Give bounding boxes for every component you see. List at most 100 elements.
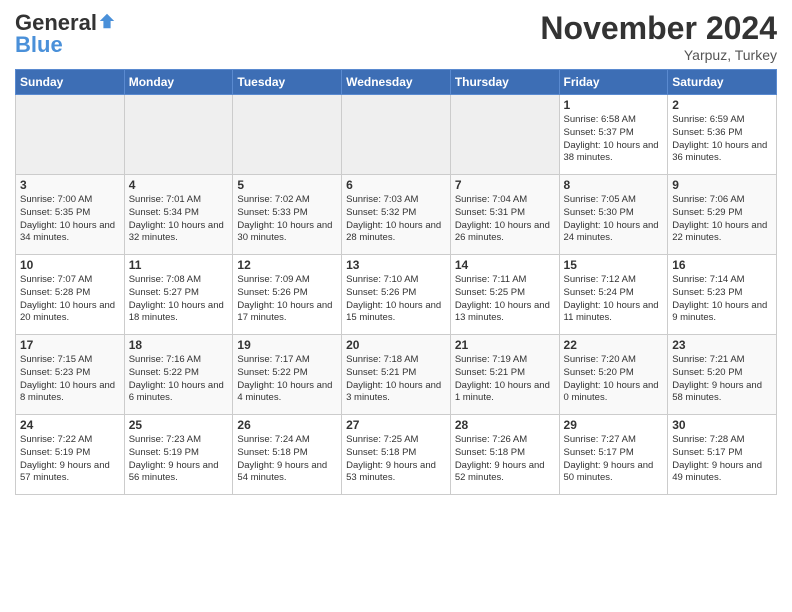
day-number: 29 bbox=[564, 418, 664, 432]
calendar-day: 24 Sunrise: 7:22 AMSunset: 5:19 PMDayligh… bbox=[16, 415, 125, 495]
day-number: 21 bbox=[455, 338, 555, 352]
day-number: 16 bbox=[672, 258, 772, 272]
col-monday: Monday bbox=[124, 70, 233, 95]
day-info: Sunrise: 7:27 AMSunset: 5:17 PMDaylight:… bbox=[564, 434, 664, 485]
calendar-day bbox=[124, 95, 233, 175]
calendar-day: 27 Sunrise: 7:25 AMSunset: 5:18 PMDayligh… bbox=[342, 415, 451, 495]
location: Yarpuz, Turkey bbox=[540, 47, 777, 63]
logo: General Blue bbox=[15, 10, 116, 58]
day-number: 8 bbox=[564, 178, 664, 192]
col-tuesday: Tuesday bbox=[233, 70, 342, 95]
calendar-day: 28 Sunrise: 7:26 AMSunset: 5:18 PMDayligh… bbox=[450, 415, 559, 495]
day-info: Sunrise: 7:21 AMSunset: 5:20 PMDaylight:… bbox=[672, 354, 772, 405]
day-info: Sunrise: 7:28 AMSunset: 5:17 PMDaylight:… bbox=[672, 434, 772, 485]
day-number: 20 bbox=[346, 338, 446, 352]
day-number: 7 bbox=[455, 178, 555, 192]
day-number: 27 bbox=[346, 418, 446, 432]
calendar-day: 5 Sunrise: 7:02 AMSunset: 5:33 PMDaylight… bbox=[233, 175, 342, 255]
calendar-table: Sunday Monday Tuesday Wednesday Thursday… bbox=[15, 69, 777, 495]
calendar-day: 13Sunrise: 7:10 AMSunset: 5:26 PMDayligh… bbox=[342, 255, 451, 335]
day-info: Sunrise: 7:25 AMSunset: 5:18 PMDaylight:… bbox=[346, 434, 446, 485]
calendar-day: 15 Sunrise: 7:12 AMSunset: 5:24 PMDayligh… bbox=[559, 255, 668, 335]
calendar-day: 26Sunrise: 7:24 AMSunset: 5:18 PMDayligh… bbox=[233, 415, 342, 495]
col-saturday: Saturday bbox=[668, 70, 777, 95]
day-number: 14 bbox=[455, 258, 555, 272]
calendar-day bbox=[342, 95, 451, 175]
calendar-day: 19 Sunrise: 7:17 AMSunset: 5:22 PMDayligh… bbox=[233, 335, 342, 415]
col-friday: Friday bbox=[559, 70, 668, 95]
calendar-day: 14 Sunrise: 7:11 AMSunset: 5:25 PMDayligh… bbox=[450, 255, 559, 335]
day-info: Sunrise: 7:06 AMSunset: 5:29 PMDaylight:… bbox=[672, 194, 772, 245]
day-info: Sunrise: 7:04 AMSunset: 5:31 PMDaylight:… bbox=[455, 194, 555, 245]
logo-icon bbox=[98, 12, 116, 30]
calendar-day: 9 Sunrise: 7:06 AMSunset: 5:29 PMDaylight… bbox=[668, 175, 777, 255]
day-info: Sunrise: 7:09 AMSunset: 5:26 PMDaylight:… bbox=[237, 274, 337, 325]
day-number: 5 bbox=[237, 178, 337, 192]
day-number: 3 bbox=[20, 178, 120, 192]
day-number: 19 bbox=[237, 338, 337, 352]
calendar-day: 4Sunrise: 7:01 AMSunset: 5:34 PMDaylight… bbox=[124, 175, 233, 255]
day-number: 28 bbox=[455, 418, 555, 432]
day-info: Sunrise: 7:14 AMSunset: 5:23 PMDaylight:… bbox=[672, 274, 772, 325]
title-block: November 2024 Yarpuz, Turkey bbox=[540, 10, 777, 63]
day-info: Sunrise: 7:19 AMSunset: 5:21 PMDaylight:… bbox=[455, 354, 555, 405]
page-container: General Blue November 2024 Yarpuz, Turke… bbox=[0, 0, 792, 500]
day-number: 2 bbox=[672, 98, 772, 112]
calendar-day: 21 Sunrise: 7:19 AMSunset: 5:21 PMDayligh… bbox=[450, 335, 559, 415]
day-number: 18 bbox=[129, 338, 229, 352]
day-info: Sunrise: 7:16 AMSunset: 5:22 PMDaylight:… bbox=[129, 354, 229, 405]
calendar-day: 8 Sunrise: 7:05 AMSunset: 5:30 PMDaylight… bbox=[559, 175, 668, 255]
calendar-day bbox=[16, 95, 125, 175]
day-info: Sunrise: 7:08 AMSunset: 5:27 PMDaylight:… bbox=[129, 274, 229, 325]
day-info: Sunrise: 7:20 AMSunset: 5:20 PMDaylight:… bbox=[564, 354, 664, 405]
calendar-day: 10 Sunrise: 7:07 AMSunset: 5:28 PMDayligh… bbox=[16, 255, 125, 335]
calendar-header-row: Sunday Monday Tuesday Wednesday Thursday… bbox=[16, 70, 777, 95]
day-info: Sunrise: 7:05 AMSunset: 5:30 PMDaylight:… bbox=[564, 194, 664, 245]
calendar-week-row: 1 Sunrise: 6:58 AMSunset: 5:37 PMDaylight… bbox=[16, 95, 777, 175]
calendar-day: 18 Sunrise: 7:16 AMSunset: 5:22 PMDayligh… bbox=[124, 335, 233, 415]
day-info: Sunrise: 7:11 AMSunset: 5:25 PMDaylight:… bbox=[455, 274, 555, 325]
day-number: 17 bbox=[20, 338, 120, 352]
calendar-day: 7 Sunrise: 7:04 AMSunset: 5:31 PMDaylight… bbox=[450, 175, 559, 255]
day-number: 11 bbox=[129, 258, 229, 272]
calendar-day: 29 Sunrise: 7:27 AMSunset: 5:17 PMDayligh… bbox=[559, 415, 668, 495]
day-info: Sunrise: 7:07 AMSunset: 5:28 PMDaylight:… bbox=[20, 274, 120, 325]
logo-blue-text: Blue bbox=[15, 32, 63, 58]
day-info: Sunrise: 7:15 AMSunset: 5:23 PMDaylight:… bbox=[20, 354, 120, 405]
month-title: November 2024 bbox=[540, 10, 777, 47]
calendar-week-row: 10 Sunrise: 7:07 AMSunset: 5:28 PMDayligh… bbox=[16, 255, 777, 335]
day-info: Sunrise: 7:18 AMSunset: 5:21 PMDaylight:… bbox=[346, 354, 446, 405]
day-info: Sunrise: 6:59 AMSunset: 5:36 PMDaylight:… bbox=[672, 114, 772, 165]
day-info: Sunrise: 7:00 AMSunset: 5:35 PMDaylight:… bbox=[20, 194, 120, 245]
calendar-week-row: 17 Sunrise: 7:15 AMSunset: 5:23 PMDayligh… bbox=[16, 335, 777, 415]
calendar-week-row: 3 Sunrise: 7:00 AMSunset: 5:35 PMDaylight… bbox=[16, 175, 777, 255]
day-info: Sunrise: 7:02 AMSunset: 5:33 PMDaylight:… bbox=[237, 194, 337, 245]
day-info: Sunrise: 7:03 AMSunset: 5:32 PMDaylight:… bbox=[346, 194, 446, 245]
calendar-day: 12 Sunrise: 7:09 AMSunset: 5:26 PMDayligh… bbox=[233, 255, 342, 335]
calendar-day: 30Sunrise: 7:28 AMSunset: 5:17 PMDayligh… bbox=[668, 415, 777, 495]
day-number: 26 bbox=[237, 418, 337, 432]
day-number: 13 bbox=[346, 258, 446, 272]
day-info: Sunrise: 7:01 AMSunset: 5:34 PMDaylight:… bbox=[129, 194, 229, 245]
day-info: Sunrise: 7:12 AMSunset: 5:24 PMDaylight:… bbox=[564, 274, 664, 325]
day-number: 23 bbox=[672, 338, 772, 352]
day-number: 1 bbox=[564, 98, 664, 112]
day-number: 15 bbox=[564, 258, 664, 272]
calendar-day bbox=[233, 95, 342, 175]
day-number: 6 bbox=[346, 178, 446, 192]
day-number: 25 bbox=[129, 418, 229, 432]
calendar-day: 25Sunrise: 7:23 AMSunset: 5:19 PMDayligh… bbox=[124, 415, 233, 495]
day-info: Sunrise: 7:26 AMSunset: 5:18 PMDaylight:… bbox=[455, 434, 555, 485]
day-info: Sunrise: 7:22 AMSunset: 5:19 PMDaylight:… bbox=[20, 434, 120, 485]
calendar-day: 3 Sunrise: 7:00 AMSunset: 5:35 PMDaylight… bbox=[16, 175, 125, 255]
calendar-day: 17 Sunrise: 7:15 AMSunset: 5:23 PMDayligh… bbox=[16, 335, 125, 415]
calendar-day: 16 Sunrise: 7:14 AMSunset: 5:23 PMDayligh… bbox=[668, 255, 777, 335]
day-number: 24 bbox=[20, 418, 120, 432]
day-info: Sunrise: 7:17 AMSunset: 5:22 PMDaylight:… bbox=[237, 354, 337, 405]
day-number: 12 bbox=[237, 258, 337, 272]
day-info: Sunrise: 6:58 AMSunset: 5:37 PMDaylight:… bbox=[564, 114, 664, 165]
calendar-week-row: 24 Sunrise: 7:22 AMSunset: 5:19 PMDayligh… bbox=[16, 415, 777, 495]
day-number: 10 bbox=[20, 258, 120, 272]
day-number: 9 bbox=[672, 178, 772, 192]
calendar-day: 1 Sunrise: 6:58 AMSunset: 5:37 PMDaylight… bbox=[559, 95, 668, 175]
